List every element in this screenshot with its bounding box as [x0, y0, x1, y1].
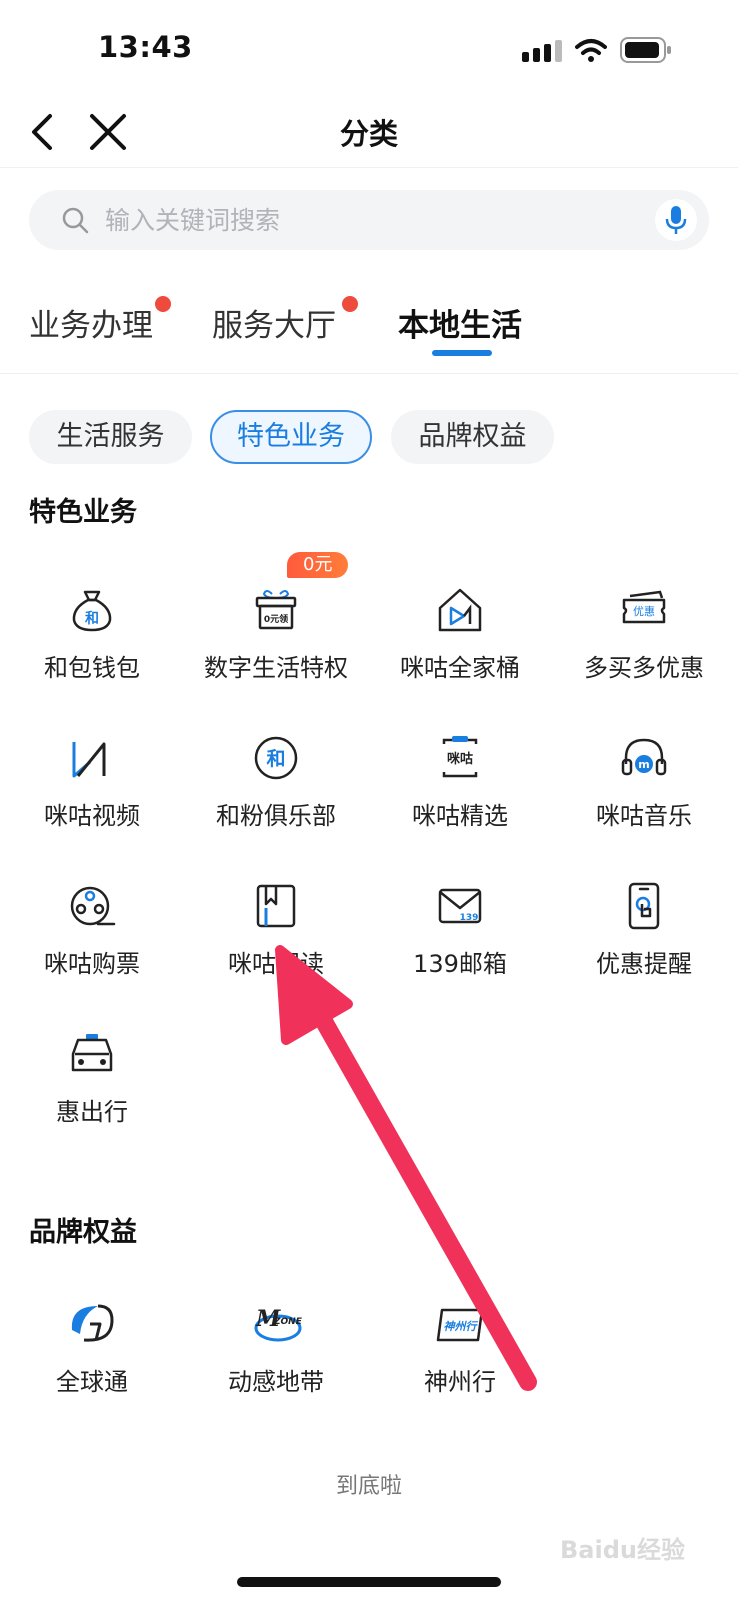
main-tabs: 业务办理 服务大厅 本地生活 — [0, 288, 738, 374]
migu-text: 咪咕 — [447, 751, 473, 767]
search-input[interactable] — [105, 190, 645, 250]
mail-icon: 139 — [438, 888, 482, 924]
grid-item-label: 数字生活特权 — [204, 654, 348, 682]
grid-item-label: 和包钱包 — [44, 654, 140, 682]
grid-item-migu-select[interactable]: 咪咕 咪咕精选 — [368, 734, 552, 854]
cellular-signal-icon — [522, 40, 562, 62]
grid-item-label: 咪咕全家桶 — [400, 654, 520, 682]
wifi-icon — [575, 39, 607, 62]
he-text: 和 — [266, 747, 285, 770]
film-reel-icon — [70, 886, 116, 926]
wallet-bag-icon: 和 — [72, 590, 112, 632]
end-of-list-text: 到底啦 — [335, 1474, 402, 1499]
grid-item-label: 139邮箱 — [413, 950, 507, 978]
tab-service-hall[interactable]: 服务大厅 — [212, 296, 358, 345]
grid-item-label: 咪咕购票 — [44, 950, 140, 978]
chip-brand-rights[interactable]: 品牌权益 — [391, 410, 554, 464]
section-title-featured: 特色业务 — [29, 497, 137, 528]
grid-item-label: 咪咕音乐 — [596, 802, 692, 830]
grid-item-label: 神州行 — [424, 1368, 496, 1396]
book-icon — [256, 884, 296, 928]
home-indicator[interactable] — [237, 1577, 501, 1587]
tab-label: 服务大厅 — [212, 308, 336, 344]
video-play-icon — [72, 742, 106, 778]
tab-label: 业务办理 — [29, 308, 153, 344]
grid-item-label: 优惠提醒 — [596, 950, 692, 978]
grid-item-label: 动感地带 — [228, 1368, 324, 1396]
status-time: 13:43 — [98, 30, 193, 64]
grid-item-buy-more[interactable]: 优惠 多买多优惠 — [552, 586, 736, 706]
grid-item-hui-travel[interactable]: 惠出行 — [0, 1030, 184, 1150]
gotone-logo-icon — [71, 1304, 114, 1342]
voice-search-button[interactable] — [655, 199, 697, 241]
free-badge: 0元 — [287, 552, 349, 578]
svg-text:ZONE: ZONE — [273, 1317, 302, 1327]
grid-item-label: 咪咕精选 — [412, 802, 508, 830]
search-bar[interactable] — [29, 190, 709, 250]
grid-item-migu-music[interactable]: m 咪咕音乐 — [552, 734, 736, 854]
nav-bar: 分类 — [0, 96, 738, 168]
grid-item-139-mail[interactable]: 139 139邮箱 — [368, 882, 552, 1002]
grid-item-easyown[interactable]: 神州行 神州行 — [368, 1300, 552, 1420]
svg-text:和: 和 — [85, 611, 99, 627]
grid-item-label: 多买多优惠 — [584, 654, 704, 682]
grid-item-digital-life[interactable]: 0元 0元领 数字生活特权 — [184, 552, 368, 706]
taxi-icon — [71, 1034, 113, 1072]
tab-business[interactable]: 业务办理 — [29, 296, 171, 345]
chip-life-service[interactable]: 生活服务 — [29, 410, 192, 464]
easyown-logo-icon: 神州行 — [436, 1308, 484, 1342]
mail-text: 139 — [460, 913, 479, 923]
grid-item-label: 惠出行 — [56, 1098, 128, 1126]
grid-item-discount-reminder[interactable]: 优惠提醒 — [552, 882, 736, 1002]
grid-item-label: 咪咕视频 — [44, 802, 140, 830]
gift-box-icon — [255, 590, 297, 630]
page-title: 分类 — [339, 117, 398, 151]
notification-dot — [342, 296, 358, 312]
he-circle-icon: 和 — [254, 736, 298, 780]
phone-touch-icon — [628, 882, 660, 930]
chip-featured-business[interactable]: 特色业务 — [210, 410, 372, 464]
grid-item-migu-bundle[interactable]: 咪咕全家桶 — [368, 586, 552, 706]
grid-item-migu-reading[interactable]: 咪咕阅读 — [184, 882, 368, 1002]
home-play-icon — [438, 588, 482, 632]
section-title-brand: 品牌权益 — [29, 1217, 137, 1248]
grid-item-hebao-wallet[interactable]: 和 和包钱包 — [0, 586, 184, 706]
tab-local-life[interactable]: 本地生活 — [398, 300, 522, 345]
battery-icon — [620, 37, 671, 63]
easyown-text: 神州行 — [444, 1320, 479, 1333]
microphone-icon — [665, 206, 687, 234]
search-icon — [62, 207, 89, 234]
coupon-text: 优惠 — [633, 604, 655, 618]
headphones-icon: m — [621, 738, 667, 776]
grid-item-label: 咪咕阅读 — [228, 950, 324, 978]
migu-select-icon: 咪咕 — [442, 736, 478, 778]
grid-item-migu-tickets[interactable]: 咪咕购票 — [0, 882, 184, 1002]
status-bar: 13:43 — [0, 0, 738, 96]
svg-text:m: m — [638, 758, 649, 771]
mzone-logo-icon: M ZONE — [254, 1306, 302, 1342]
grid-item-label: 全球通 — [56, 1368, 128, 1396]
gift-box-text: 0元领 — [263, 615, 289, 625]
grid-item-gotone[interactable]: 全球通 — [0, 1300, 184, 1420]
notification-dot — [155, 296, 171, 312]
tab-label: 本地生活 — [398, 308, 522, 344]
grid-item-mzone[interactable]: M ZONE 动感地带 — [184, 1300, 368, 1420]
coupon-icon: 优惠 — [622, 590, 666, 624]
grid-item-hefen-club[interactable]: 和 和粉俱乐部 — [184, 734, 368, 854]
baidu-watermark: Baidu经验 — [560, 1536, 685, 1564]
grid-item-migu-video[interactable]: 咪咕视频 — [0, 734, 184, 854]
active-tab-indicator — [432, 350, 492, 356]
grid-item-label: 和粉俱乐部 — [216, 802, 336, 830]
